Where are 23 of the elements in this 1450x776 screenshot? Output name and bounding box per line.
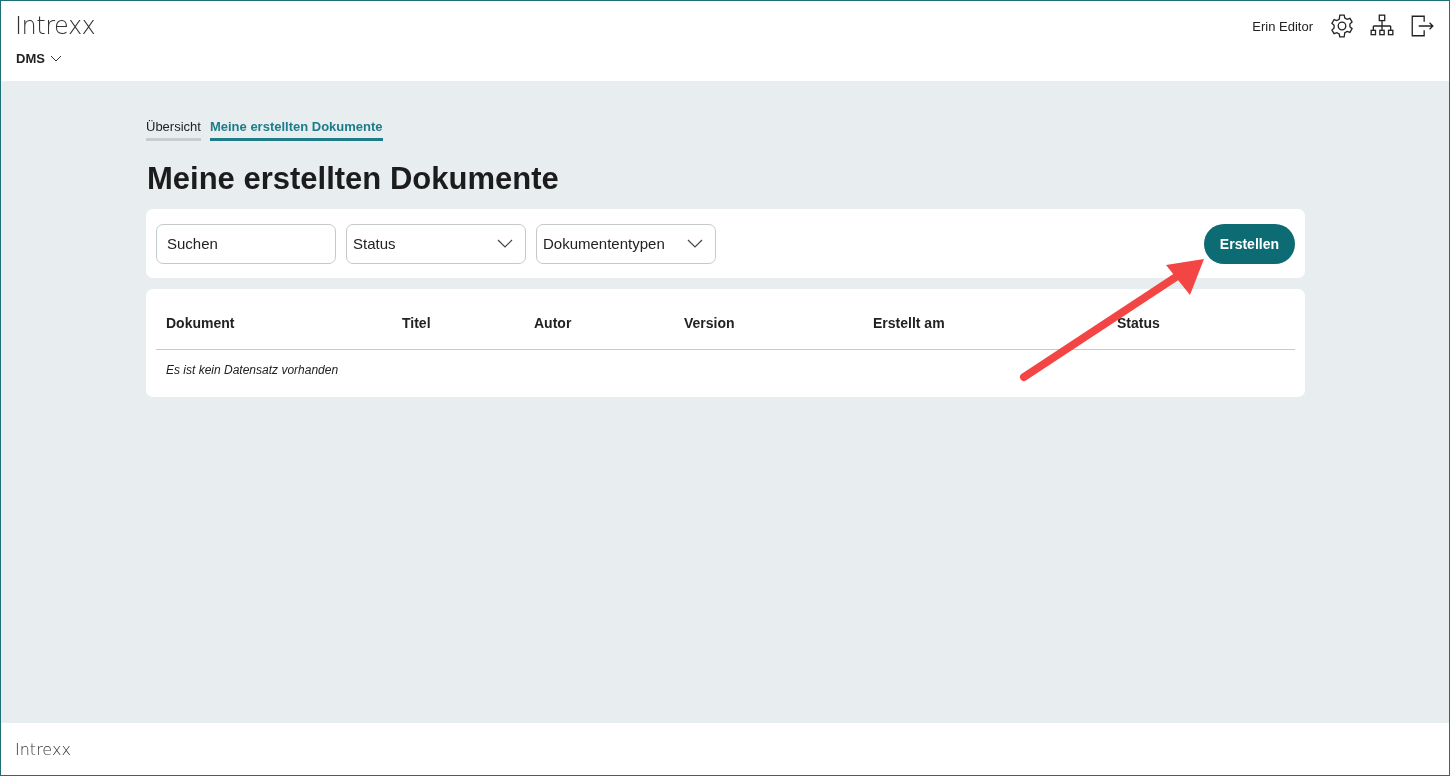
page-title: Meine erstellten Dokumente xyxy=(147,161,560,197)
intrexx-logo: Intrexx xyxy=(15,739,71,759)
column-header[interactable]: Dokument xyxy=(156,307,392,331)
logout-icon[interactable] xyxy=(1409,13,1435,39)
settings-icon[interactable] xyxy=(1329,13,1355,39)
column-header[interactable]: Version xyxy=(674,307,863,331)
dropdown-field[interactable]: Dokumententypen xyxy=(536,223,716,264)
dropdown-field[interactable]: Status xyxy=(346,223,526,264)
chevron-down-icon xyxy=(49,54,62,63)
column-header[interactable]: Erstellt am xyxy=(863,307,1107,331)
empty-message: Es ist kein Datensatz vorhanden xyxy=(166,363,339,377)
tab[interactable]: Übersicht xyxy=(146,117,201,141)
tab[interactable]: Meine erstellten Dokumente xyxy=(209,117,383,141)
chevron-down-icon xyxy=(687,239,703,248)
column-header[interactable]: Titel xyxy=(392,307,524,331)
intrexx-logo[interactable]: Intrexx xyxy=(15,12,96,40)
app-menu[interactable]: DMS xyxy=(15,51,62,66)
column-header[interactable]: Autor xyxy=(524,307,674,331)
user-name[interactable]: Erin Editor xyxy=(1252,18,1313,34)
search-field[interactable]: Suchen xyxy=(156,223,336,264)
create-button[interactable]: Erstellen xyxy=(1203,223,1295,264)
chevron-down-icon xyxy=(497,239,513,248)
column-header[interactable]: Status xyxy=(1107,307,1295,331)
